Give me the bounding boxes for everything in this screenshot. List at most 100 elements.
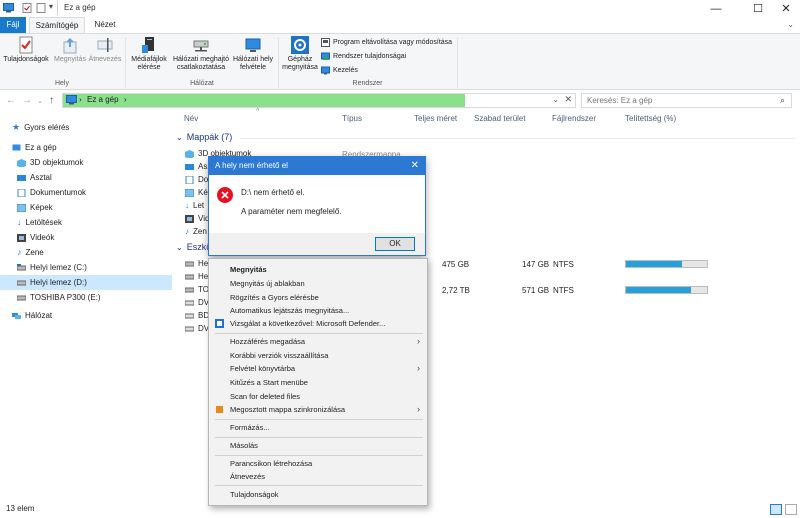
ok-button[interactable]: OK [375, 237, 415, 251]
dialog-close-button[interactable]: ✕ [411, 157, 419, 175]
drive-icon [17, 263, 26, 270]
open-icon [61, 36, 79, 54]
details-view-button[interactable] [770, 504, 782, 515]
title-bar: ▾ Ez a gép — ☐ ✕ [0, 0, 800, 17]
new-folder-qat-icon[interactable] [36, 3, 46, 13]
up-arrow-icon[interactable]: ↑ [49, 95, 54, 106]
column-name[interactable]: Név [184, 114, 198, 123]
chevron-down-icon: ⌄ [176, 132, 183, 142]
open-button[interactable]: Megnyitás [53, 36, 87, 64]
breadcrumb-separator-icon[interactable]: › [124, 95, 127, 104]
folder-row[interactable]: ↓ Let [185, 201, 204, 210]
film-icon [185, 214, 194, 223]
large-icons-view-button[interactable] [785, 504, 797, 515]
menu-item-properties[interactable]: Tulajdonságok [209, 488, 427, 501]
map-drive-button[interactable]: Hálózati meghajtó csatlakoztatása [171, 36, 231, 72]
group-label-location: Hely [54, 80, 69, 87]
nav-downloads[interactable]: ↓ Letöltések [0, 215, 172, 230]
nav-drive-e[interactable]: TOSHIBA P300 (E:) [0, 290, 172, 305]
drive-row[interactable]: Hel [185, 259, 210, 268]
group-header-folders[interactable]: ⌄ Mappák (7) [176, 132, 232, 142]
menu-item-rename[interactable]: Átnevezés [209, 470, 427, 483]
nav-network[interactable]: Hálózat [0, 308, 172, 323]
nav-music[interactable]: ♪ Zene [0, 245, 172, 260]
menu-item-include-library[interactable]: Felvétel könyvtárba › [209, 362, 427, 375]
expand-ribbon-icon[interactable]: ⌄ [787, 20, 794, 29]
tab-file[interactable]: Fájl [0, 17, 26, 33]
menu-item-give-access[interactable]: Hozzáférés megadása › [209, 335, 427, 348]
forward-arrow-icon[interactable]: → [22, 95, 32, 106]
tab-view[interactable]: Nézet [88, 17, 122, 33]
menu-item-pin-start[interactable]: Kitűzés a Start menübe [209, 376, 427, 389]
folder-name: Do [198, 175, 209, 184]
network-icon [12, 312, 21, 319]
media-access-button[interactable]: Médiafájlok elérése [128, 36, 170, 72]
menu-item-pin-quick-access[interactable]: Rögzítés a Gyors elérésbe [209, 291, 427, 304]
menu-item-create-shortcut[interactable]: Parancsikon létrehozása [209, 457, 427, 470]
menu-item-open-new-window[interactable]: Megnyitás új ablakban [209, 277, 427, 290]
nav-quick-access[interactable]: ★ Gyors elérés [0, 120, 172, 135]
menu-item-format[interactable]: Formázás... [209, 421, 427, 434]
breadcrumb-separator-icon[interactable]: › [79, 95, 82, 104]
manage-button[interactable]: Kezelés [321, 66, 358, 75]
minimize-button[interactable]: — [702, 0, 730, 17]
nav-label: Dokumentumok [30, 188, 87, 197]
folder-row[interactable]: ♪ Zen [185, 227, 207, 236]
menu-item-restore-versions[interactable]: Korábbi verziók visszaállítása [209, 349, 427, 362]
column-free-space[interactable]: Szabad terület [474, 114, 526, 123]
back-arrow-icon[interactable]: ← [6, 95, 16, 106]
properties-qat-icon[interactable] [22, 3, 32, 13]
column-percent-full[interactable]: Telítettség (%) [625, 114, 676, 123]
nav-label: Ez a gép [25, 143, 57, 152]
open-settings-label-2: megnyitása [282, 64, 318, 71]
nav-drive-c[interactable]: Helyi lemez (C:) [0, 260, 172, 275]
breadcrumb-this-pc[interactable]: Ez a gép [87, 95, 119, 104]
add-network-location-button[interactable]: Hálózati hely felvétele [231, 36, 275, 72]
qat-dropdown-icon[interactable]: ▾ [49, 2, 53, 11]
group-divider [240, 138, 795, 139]
dvd-drive-icon [185, 300, 194, 305]
search-input[interactable]: Keresés: Ez a gép [581, 93, 792, 108]
nav-3d-objects[interactable]: 3D objektumok [0, 155, 172, 170]
nav-this-pc[interactable]: Ez a gép [0, 140, 172, 155]
column-type[interactable]: Típus [342, 114, 362, 123]
nav-videos[interactable]: Videók [0, 230, 172, 245]
properties-button[interactable]: Tulajdonságok [3, 36, 49, 64]
nav-documents[interactable]: Dokumentumok [0, 185, 172, 200]
system-properties-button[interactable]: Rendszer tulajdonságai [321, 52, 406, 61]
dialog-detail: A paraméter nem megfelelő. [241, 207, 342, 216]
open-settings-button[interactable]: Gépház megnyitása [281, 36, 319, 72]
nav-drive-d[interactable]: Helyi lemez (D:) [0, 275, 172, 290]
menu-item-open[interactable]: Megnyitás [209, 263, 427, 276]
window-title: Ez a gép [64, 3, 96, 12]
tab-computer[interactable]: Számítógép [29, 17, 85, 33]
rename-button[interactable]: Átnevezés [88, 36, 122, 64]
maximize-button[interactable]: ☐ [744, 0, 772, 17]
address-bar[interactable]: › Ez a gép › ⌄ ✕ [62, 93, 576, 108]
computer-icon [12, 144, 21, 150]
computer-icon [3, 3, 14, 13]
menu-item-copy[interactable]: Másolás [209, 439, 427, 452]
column-total-size[interactable]: Teljes méret [414, 114, 457, 123]
desktop-icon [185, 163, 194, 170]
menu-item-scan-deleted[interactable]: Scan for deleted files [209, 390, 427, 403]
document-icon [185, 175, 194, 184]
column-file-system[interactable]: Fájlrendszer [552, 114, 596, 123]
menu-separator [215, 455, 423, 456]
address-dropdown-icon[interactable]: ⌄ [552, 95, 559, 104]
stop-icon[interactable]: ✕ [564, 94, 572, 105]
document-icon [17, 188, 26, 197]
menu-item-autoplay[interactable]: Automatikus lejátszás megnyitása... [209, 304, 427, 317]
menu-item-defender-scan[interactable]: Vizsgálat a következővel: Microsoft Defe… [209, 317, 427, 330]
recent-locations-icon[interactable]: ⌄ [37, 97, 43, 105]
folder-row[interactable]: Do [185, 175, 208, 184]
nav-desktop[interactable]: Asztal [0, 170, 172, 185]
drive-row[interactable]: Hel [185, 272, 210, 281]
drive-file-system: NTFS [553, 286, 574, 295]
computer-icon [66, 95, 77, 107]
close-button[interactable]: ✕ [772, 0, 800, 17]
nav-pictures[interactable]: Képek [0, 200, 172, 215]
folder-row[interactable]: Vid [185, 214, 209, 223]
menu-item-sync-shared-folder[interactable]: Megosztott mappa szinkronizálása › [209, 403, 427, 416]
uninstall-program-button[interactable]: Program eltávolítása vagy módosítása [321, 38, 452, 47]
